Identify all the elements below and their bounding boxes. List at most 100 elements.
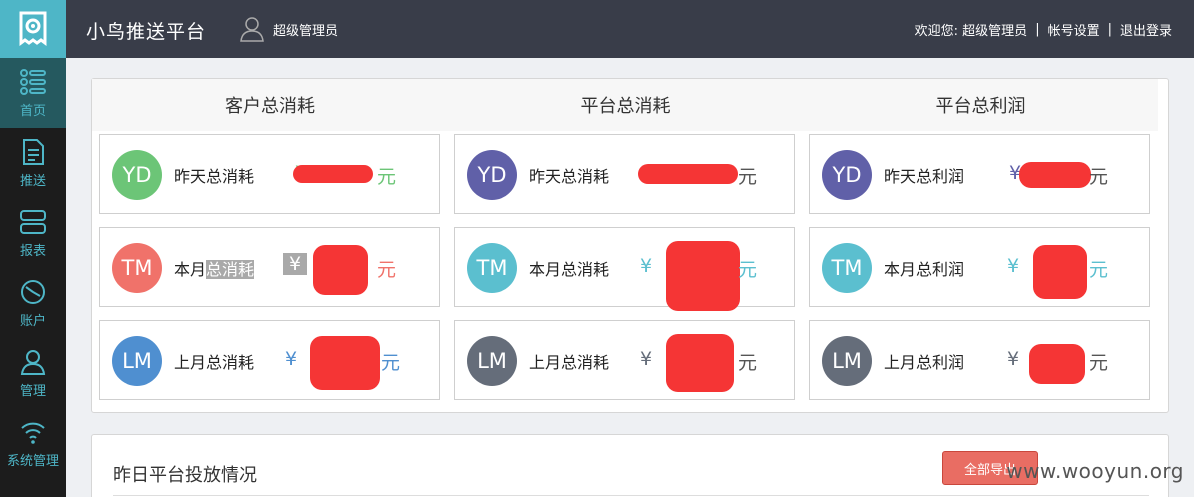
sidebar-item-system[interactable]: 系统管理 (0, 408, 66, 478)
sidebar-item-report[interactable]: 报表 (0, 198, 66, 268)
unit-label: 元 (738, 166, 758, 188)
avatar: TM (822, 243, 872, 293)
avatar: LM (467, 336, 517, 386)
avatar: YD (467, 150, 517, 200)
stat-label: 本月总消耗 (529, 260, 610, 279)
redaction-mark (310, 336, 380, 390)
stat-card: TM 本月总消耗 ¥ 元 (454, 227, 795, 311)
stat-value: ¥ 元 (995, 160, 1115, 190)
stat-label: 本月总消耗 (174, 256, 255, 280)
top-bar: 小鸟推送平台 超级管理员 欢迎您: 超级管理员 | 帐号设置 | 退出登录 (0, 0, 1194, 58)
top-right-links: 欢迎您: 超级管理员 | 帐号设置 | 退出登录 (915, 20, 1172, 39)
unit-label: 元 (377, 166, 397, 188)
stat-card: YD 昨天总利润 ¥ 元 (809, 134, 1150, 214)
stat-card: LM 上月总消耗 ¥ 元 (99, 320, 440, 400)
divider (113, 495, 1149, 496)
redaction-mark (666, 241, 740, 311)
sidebar-item-account[interactable]: 账户 (0, 268, 66, 338)
redaction-mark (313, 245, 368, 295)
app-logo[interactable] (0, 0, 66, 58)
unit-label: 元 (738, 259, 758, 281)
account-settings-link[interactable]: 帐号设置 (1048, 20, 1100, 39)
stat-value: ¥ 元 (640, 334, 760, 392)
stat-label: 上月总利润 (884, 353, 965, 372)
avatar: TM (112, 243, 162, 293)
app-title: 小鸟推送平台 (86, 21, 207, 43)
stat-label: 本月总利润 (884, 260, 965, 279)
document-icon (23, 138, 44, 165)
stat-card: YD 昨天总消耗 ¥ 元 (454, 134, 795, 214)
home-grid-icon (20, 68, 46, 95)
redaction-mark (638, 164, 738, 184)
stat-value: ¥ 元 (285, 336, 405, 390)
avatar: TM (467, 243, 517, 293)
user-icon (240, 17, 264, 42)
separator: | (1035, 22, 1040, 37)
wifi-icon (21, 422, 45, 444)
stat-card: TM 本月总利润 ¥ 元 (809, 227, 1150, 307)
avatar: YD (112, 150, 162, 200)
unit-label: 元 (1089, 352, 1109, 374)
currency-symbol: ¥ (1007, 348, 1020, 370)
stat-value: ¥ 元 (995, 344, 1115, 384)
stat-value: ¥ 元 (638, 160, 760, 190)
stat-value: ¥ 元 (283, 245, 405, 295)
stat-card: TM 本月总消耗 ¥ 元 (99, 227, 440, 307)
column-header-platform-profit: 平台总利润 (803, 79, 1158, 131)
separator: | (1107, 22, 1112, 37)
redaction-mark (666, 334, 734, 392)
panel-title: 昨日平台投放情况 (113, 465, 257, 486)
redaction-mark (1029, 344, 1085, 384)
stat-label-plain: 本月 (174, 260, 207, 279)
avatar: YD (822, 150, 872, 200)
sidebar-item-label: 账户 (19, 313, 46, 329)
currency-symbol: ¥ (285, 348, 298, 370)
stat-label-highlight: 总消耗 (206, 260, 255, 279)
column-header-platform-consumption: 平台总消耗 (448, 79, 803, 131)
stat-label: 上月总消耗 (529, 353, 610, 372)
stat-value: ¥ 元 (995, 245, 1115, 299)
sidebar-item-push[interactable]: 推送 (0, 128, 66, 198)
stat-card: YD 昨天总消耗 ¥ 元 (99, 134, 440, 214)
current-user-name[interactable]: 超级管理员 (273, 20, 338, 39)
currency-symbol: ¥ (640, 255, 653, 277)
sidebar-item-manage[interactable]: 管理 (0, 338, 66, 408)
currency-symbol: ¥ (283, 253, 308, 275)
sidebar-item-label: 推送 (19, 173, 46, 189)
watermark: www.wooyun.org (1006, 459, 1184, 483)
stat-label: 上月总消耗 (174, 353, 255, 372)
stat-value: ¥ 元 (285, 160, 405, 190)
unit-label: 元 (381, 352, 401, 374)
redaction-mark (1019, 162, 1091, 188)
currency-symbol: ¥ (640, 348, 653, 370)
currency-symbol: ¥ (1007, 255, 1020, 277)
redaction-mark (293, 165, 373, 183)
avatar: LM (822, 336, 872, 386)
clock-icon (21, 279, 45, 304)
redaction-mark (1033, 245, 1087, 299)
sidebar-item-label: 系统管理 (6, 453, 59, 469)
sidebar-item-label: 首页 (19, 103, 46, 119)
bird-logo-icon (19, 11, 47, 46)
unit-label: 元 (377, 259, 397, 281)
sidebar-item-label: 报表 (19, 243, 46, 259)
stat-card: LM 上月总利润 ¥ 元 (809, 320, 1150, 400)
unit-label: 元 (738, 352, 758, 374)
stat-card: LM 上月总消耗 ¥ 元 (454, 320, 795, 400)
report-icon (20, 209, 46, 234)
stats-panel: 客户总消耗 平台总消耗 平台总利润 YD 昨天总消耗 ¥ 元 TM 本月总消耗 … (91, 78, 1169, 413)
stat-label: 昨天总消耗 (174, 167, 255, 186)
sidebar-item-home[interactable]: 首页 (0, 58, 66, 128)
stat-value: ¥ 元 (640, 241, 760, 311)
unit-label: 元 (1089, 259, 1109, 281)
column-header-customer-consumption: 客户总消耗 (92, 79, 448, 131)
sidebar-item-label: 管理 (19, 383, 46, 399)
stat-label: 昨天总消耗 (529, 167, 610, 186)
unit-label: 元 (1089, 166, 1109, 188)
welcome-text: 欢迎您: 超级管理员 (914, 24, 1028, 39)
avatar: LM (112, 336, 162, 386)
sidebar: 首页 推送 报表 账户 管理 系统管理 (0, 58, 66, 497)
logout-link[interactable]: 退出登录 (1120, 20, 1172, 39)
stat-label: 昨天总利润 (884, 167, 965, 186)
user-icon (20, 349, 46, 375)
